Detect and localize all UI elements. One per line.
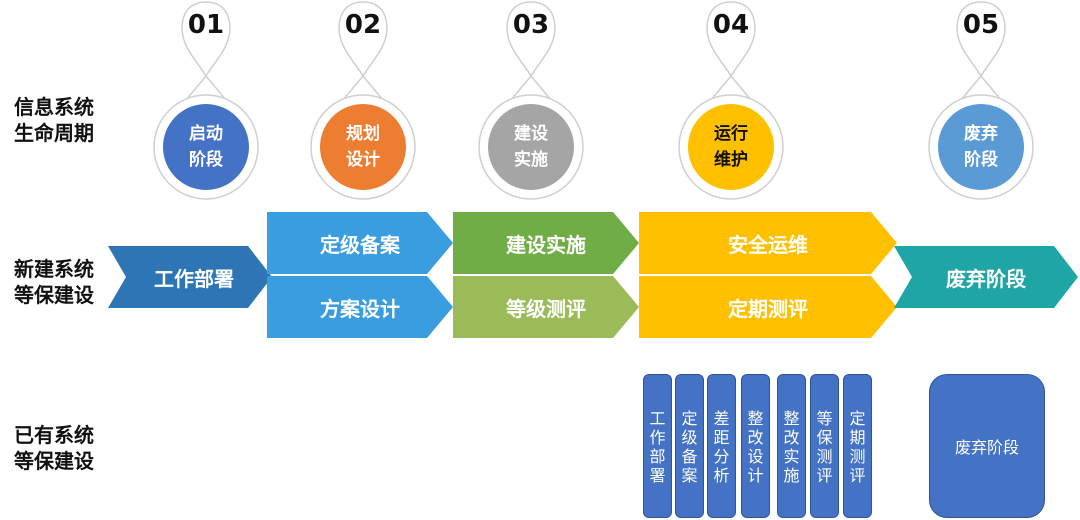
existing-step-rectify-design: 整 改 设 计 — [741, 374, 770, 518]
stage-number: 03 — [512, 10, 550, 40]
row-label-new-system: 新建系统 等保建设 — [14, 257, 94, 307]
row-label-lifecycle: 信息系统 生命周期 — [14, 95, 94, 145]
stage-circle: 规划 设计 — [320, 104, 406, 190]
stage-number: 01 — [187, 10, 225, 40]
stage-circle: 废弃 阶段 — [938, 104, 1024, 190]
lifecycle-stage-04: 04 运行 维护 — [678, 0, 784, 200]
step-periodic-evaluation: 定期测评 — [639, 276, 897, 338]
step-work-deploy: 工作部署 — [108, 246, 272, 308]
stage-number: 04 — [712, 10, 750, 40]
existing-step-decommission: 废弃阶段 — [929, 374, 1045, 518]
stage-circle: 建设 实施 — [488, 104, 574, 190]
existing-step-grading-filing: 定 级 备 案 — [675, 374, 704, 518]
lifecycle-stage-05: 05 废弃 阶段 — [928, 0, 1034, 200]
stage-number: 05 — [962, 10, 1000, 40]
existing-step-rectify-implement: 整 改 实 施 — [777, 374, 806, 518]
row-label-existing-system: 已有系统 等保建设 — [14, 423, 94, 473]
existing-step-periodic-evaluation: 定 期 测 评 — [843, 374, 872, 518]
step-decommission: 废弃阶段 — [894, 246, 1078, 308]
step-build-implement: 建设实施 — [453, 212, 639, 274]
lifecycle-stage-01: 01 启动 阶段 — [153, 0, 259, 200]
step-plan-design: 方案设计 — [267, 276, 453, 338]
stage-circle: 运行 维护 — [688, 104, 774, 190]
stage-circle: 启动 阶段 — [163, 104, 249, 190]
existing-step-gap-analysis: 差 距 分 析 — [707, 374, 736, 518]
existing-step-protection-evaluation: 等 保 测 评 — [810, 374, 839, 518]
lifecycle-stage-03: 03 建设 实施 — [478, 0, 584, 200]
lifecycle-stage-02: 02 规划 设计 — [310, 0, 416, 200]
step-security-ops: 安全运维 — [639, 212, 897, 274]
step-level-evaluation: 等级测评 — [453, 276, 639, 338]
existing-step-work-deploy: 工 作 部 署 — [643, 374, 672, 518]
step-grading-filing: 定级备案 — [267, 212, 453, 274]
stage-number: 02 — [344, 10, 382, 40]
